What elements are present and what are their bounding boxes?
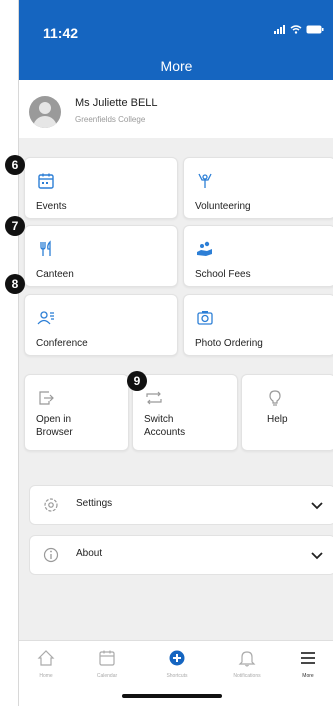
school-fees-label: School Fees bbox=[195, 269, 251, 280]
status-icons bbox=[274, 25, 324, 34]
settings-row[interactable]: Settings bbox=[29, 485, 333, 525]
home-indicator bbox=[122, 694, 222, 698]
help-label: Help bbox=[267, 414, 288, 425]
camera-icon bbox=[197, 311, 213, 325]
info-icon bbox=[43, 547, 59, 563]
gear-icon bbox=[44, 498, 58, 512]
open-external-icon bbox=[39, 391, 54, 405]
cutlery-icon bbox=[40, 240, 51, 256]
coins-icon bbox=[197, 241, 212, 256]
home-icon bbox=[37, 650, 55, 666]
open-in-browser-label: Open in Browser bbox=[36, 414, 73, 438]
lightbulb-icon bbox=[269, 390, 281, 406]
battery-icon bbox=[306, 25, 324, 34]
events-label: Events bbox=[36, 201, 67, 212]
tab-more[interactable]: More bbox=[283, 649, 333, 679]
page-title: More bbox=[160, 58, 193, 74]
conference-icon bbox=[37, 311, 54, 325]
volunteering-label: Volunteering bbox=[195, 201, 251, 212]
switch-icon bbox=[146, 391, 162, 405]
profile-name: Ms Juliette BELL bbox=[75, 97, 158, 109]
conference-label: Conference bbox=[36, 338, 88, 349]
volunteer-icon bbox=[198, 173, 212, 188]
status-time: 11:42 bbox=[43, 25, 79, 41]
help-button[interactable]: Help bbox=[241, 374, 333, 451]
open-in-browser-button[interactable]: Open in Browser bbox=[24, 374, 129, 451]
calendar-icon bbox=[38, 173, 54, 189]
switch-accounts-button[interactable]: Switch Accounts bbox=[132, 374, 238, 451]
step-badge-6: 6 bbox=[5, 155, 25, 175]
canteen-button[interactable]: Canteen bbox=[24, 225, 178, 287]
signal-icon bbox=[274, 25, 285, 34]
chevron-down-icon bbox=[311, 502, 323, 510]
events-button[interactable]: Events bbox=[24, 157, 178, 219]
plus-circle-icon bbox=[169, 650, 185, 666]
tab-home[interactable]: Home bbox=[21, 649, 71, 679]
profile-school: Greenfields College bbox=[75, 115, 146, 124]
chevron-down-icon bbox=[311, 552, 323, 560]
canteen-label: Canteen bbox=[36, 269, 74, 280]
photo-ordering-label: Photo Ordering bbox=[195, 338, 263, 349]
step-badge-7: 7 bbox=[5, 216, 25, 236]
calendar-icon bbox=[99, 650, 115, 666]
app-screen: 11:42 More Ms Juliette BELL Greenfields … bbox=[18, 0, 333, 706]
profile-row[interactable]: Ms Juliette BELL Greenfields College bbox=[19, 80, 333, 138]
step-badge-9: 9 bbox=[127, 371, 147, 391]
volunteering-button[interactable]: Volunteering bbox=[183, 157, 333, 219]
tab-shortcuts[interactable]: Shortcuts bbox=[152, 649, 202, 679]
photo-ordering-button[interactable]: Photo Ordering bbox=[183, 294, 333, 356]
tab-calendar[interactable]: Calendar bbox=[82, 649, 132, 679]
tab-notifications[interactable]: Notifications bbox=[222, 649, 272, 679]
conference-button[interactable]: Conference bbox=[24, 294, 178, 356]
step-badge-8: 8 bbox=[5, 274, 25, 294]
school-fees-button[interactable]: School Fees bbox=[183, 225, 333, 287]
about-row[interactable]: About bbox=[29, 535, 333, 575]
menu-icon bbox=[301, 652, 315, 664]
avatar bbox=[29, 96, 61, 128]
bell-icon bbox=[238, 651, 256, 667]
wifi-icon bbox=[290, 25, 302, 34]
settings-label: Settings bbox=[76, 498, 113, 509]
switch-accounts-label: Switch Accounts bbox=[144, 414, 186, 438]
top-header: 11:42 More bbox=[19, 0, 333, 80]
about-label: About bbox=[76, 548, 103, 559]
